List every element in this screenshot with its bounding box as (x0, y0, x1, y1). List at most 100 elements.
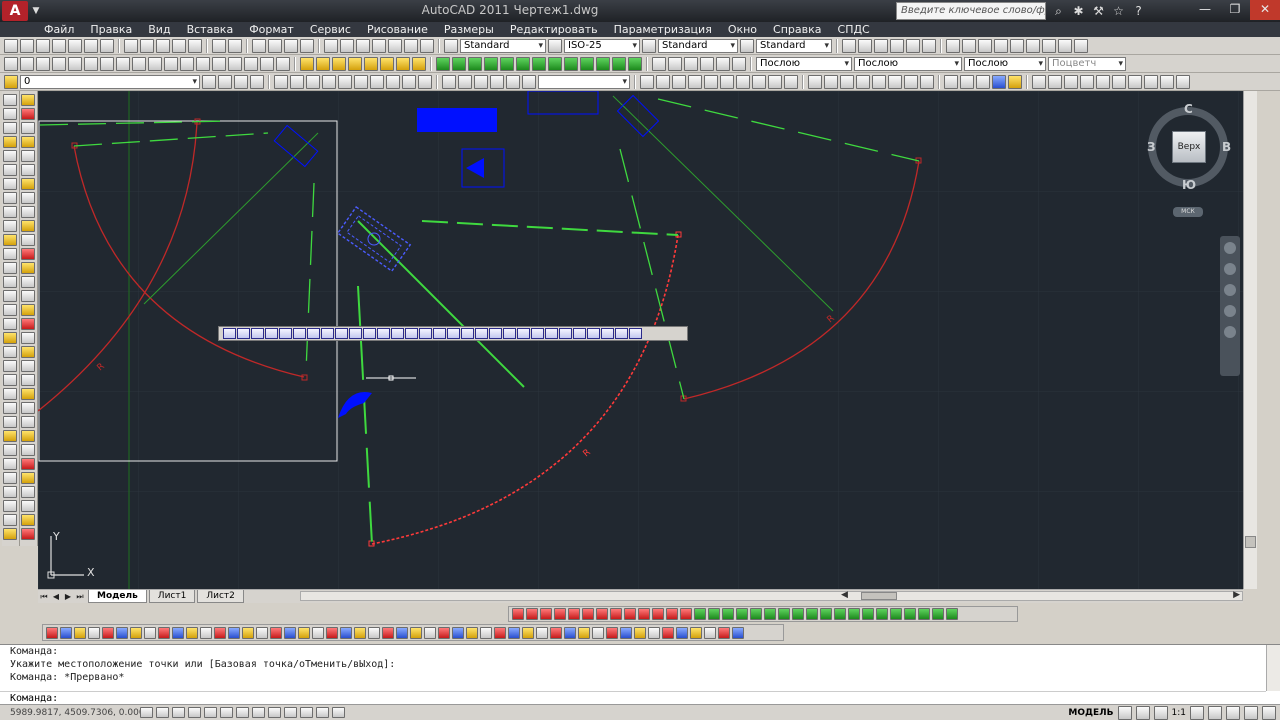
spds-object-icon[interactable] (424, 626, 436, 639)
snap-override-icon[interactable] (629, 328, 642, 339)
snap-override-icon[interactable] (391, 328, 404, 339)
snap-override-icon[interactable] (265, 328, 278, 339)
constraint-icon[interactable] (564, 57, 578, 71)
modify-tool-icon[interactable] (21, 248, 35, 260)
layout-icon[interactable] (1058, 39, 1072, 53)
spds-tool-icon[interactable] (750, 608, 762, 620)
viewport-icon[interactable] (890, 39, 904, 53)
scroll-right-icon[interactable]: ▶ (1233, 590, 1240, 600)
draw-tool-icon[interactable] (3, 458, 17, 470)
draw-tool-icon[interactable] (3, 374, 17, 386)
spds-tool-icon[interactable] (526, 608, 538, 620)
constraint-icon[interactable] (548, 57, 562, 71)
spds-tool-icon[interactable] (946, 608, 958, 620)
draw-tool-icon[interactable] (3, 416, 17, 428)
spds-tool-icon[interactable] (820, 608, 832, 620)
snap-override-icon[interactable] (503, 328, 516, 339)
layout-icon[interactable] (1026, 39, 1040, 53)
osnap-icon[interactable] (100, 57, 114, 71)
star-icon[interactable]: ☆ (1110, 2, 1127, 20)
3d-view-icon[interactable] (656, 75, 670, 89)
3d-view-icon[interactable] (720, 75, 734, 89)
zoom-icon[interactable] (474, 75, 488, 89)
minimize-button[interactable]: — (1190, 0, 1220, 20)
tool-palettes-icon[interactable] (356, 39, 370, 53)
sheet-set-icon[interactable] (372, 39, 386, 53)
constraint-icon[interactable] (468, 57, 482, 71)
draw-tool-icon[interactable] (3, 332, 17, 344)
dimension-icon[interactable] (1112, 75, 1126, 89)
constraint-icon[interactable] (532, 57, 546, 71)
spds-object-icon[interactable] (158, 626, 170, 639)
layout-icon[interactable] (994, 39, 1008, 53)
zoom-icon[interactable] (1224, 284, 1236, 296)
spds-tool-icon[interactable] (610, 608, 622, 620)
spds-tool-icon[interactable] (848, 608, 860, 620)
color-select[interactable]: Послою (756, 57, 852, 71)
modify-tool-icon[interactable] (21, 122, 35, 134)
ucs-icon[interactable] (732, 57, 746, 71)
zoom-icon[interactable] (490, 75, 504, 89)
modify-icon[interactable] (856, 75, 870, 89)
modify-tool-icon[interactable] (21, 388, 35, 400)
snap-override-icon[interactable] (587, 328, 600, 339)
calculator-icon[interactable] (404, 39, 418, 53)
spds-tool-icon[interactable] (778, 608, 790, 620)
view-icon[interactable] (306, 75, 320, 89)
last-tab-icon[interactable]: ⏭ (74, 591, 86, 602)
spds-object-icon[interactable] (228, 626, 240, 639)
layout-icon[interactable] (962, 39, 976, 53)
constraint-icon[interactable] (596, 57, 610, 71)
layout-icon[interactable] (946, 39, 960, 53)
snap-override-icon[interactable] (279, 328, 292, 339)
scroll-left-icon[interactable]: ◀ (841, 590, 848, 600)
draw-tool-icon[interactable] (3, 192, 17, 204)
modify-tool-icon[interactable] (21, 528, 35, 540)
constraint-icon[interactable] (612, 57, 626, 71)
copy-icon[interactable] (140, 39, 154, 53)
osnap-icon[interactable] (276, 57, 290, 71)
cut-icon[interactable] (124, 39, 138, 53)
snap-override-icon[interactable] (433, 328, 446, 339)
snap-override-icon[interactable] (251, 328, 264, 339)
osnap-icon[interactable] (260, 57, 274, 71)
menu-item[interactable]: Справка (765, 22, 829, 37)
render-icon[interactable] (944, 75, 958, 89)
command-scrollbar[interactable] (1266, 645, 1280, 691)
spds-tool-icon[interactable] (582, 608, 594, 620)
draw-tool-icon[interactable] (3, 514, 17, 526)
constraint-icon[interactable] (412, 57, 426, 71)
plotstyle-select[interactable]: Поцветч (1048, 57, 1126, 71)
steering-wheel-icon[interactable] (1224, 242, 1236, 254)
constraint-icon[interactable] (580, 57, 594, 71)
ucs-icon[interactable] (652, 57, 666, 71)
dim-style-icon[interactable] (548, 39, 562, 53)
tpy-toggle-icon[interactable] (300, 707, 313, 718)
spds-object-icon[interactable] (438, 626, 450, 639)
constraint-icon[interactable] (484, 57, 498, 71)
modify-icon[interactable] (920, 75, 934, 89)
next-tab-icon[interactable]: ▶ (62, 591, 74, 602)
modify-tool-icon[interactable] (21, 500, 35, 512)
dimension-icon[interactable] (1032, 75, 1046, 89)
spds-tool-icon[interactable] (694, 608, 706, 620)
draw-tool-icon[interactable] (3, 122, 17, 134)
spds-object-icon[interactable] (578, 626, 590, 639)
layer-icon[interactable] (250, 75, 264, 89)
3d-view-icon[interactable] (768, 75, 782, 89)
spds-object-icon[interactable] (144, 626, 156, 639)
spds-object-icon[interactable] (466, 626, 478, 639)
clean-screen-icon[interactable] (1262, 706, 1276, 720)
menu-item[interactable]: Файл (36, 22, 82, 37)
spds-object-icon[interactable] (74, 626, 86, 639)
modify-tool-icon[interactable] (21, 136, 35, 148)
table-style-icon[interactable] (642, 39, 656, 53)
modify-tool-icon[interactable] (21, 486, 35, 498)
layer-icon[interactable] (218, 75, 232, 89)
viewport-icon[interactable] (922, 39, 936, 53)
draw-tool-icon[interactable] (3, 528, 17, 540)
layout-icon[interactable] (1074, 39, 1088, 53)
snap-toggle-icon[interactable] (140, 707, 153, 718)
draw-tool-icon[interactable] (3, 318, 17, 330)
dimension-icon[interactable] (1064, 75, 1078, 89)
